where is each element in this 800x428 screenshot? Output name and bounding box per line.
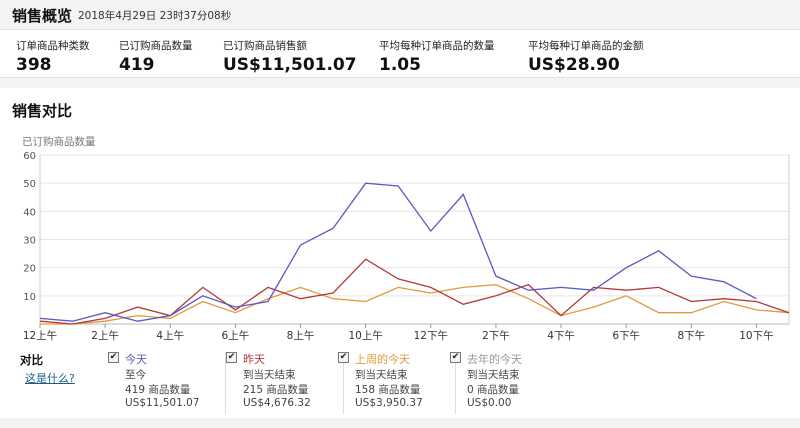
metric-value: 398 bbox=[16, 55, 52, 75]
y-tick-label: 60 bbox=[23, 151, 36, 162]
legend-checkbox-yesterday[interactable]: ✔ bbox=[226, 352, 237, 363]
x-tick-label: 6上午 bbox=[222, 329, 250, 342]
legend-yesterday: ✔ 昨天 到当天结束 215 商品数量 US$4,676.32 bbox=[226, 352, 344, 414]
sales-comparison-title: 销售对比 bbox=[12, 102, 73, 120]
x-tick-label: 10上午 bbox=[348, 329, 382, 342]
metric-avg-units-per-item: 平均每种订单商品的数量 1.05 bbox=[379, 38, 495, 75]
legend-name: 昨天 bbox=[243, 353, 265, 366]
legend-name: 去年的今天 bbox=[467, 353, 522, 366]
legend-today: ✔ 今天 至今 419 商品数量 US$11,501.07 bbox=[108, 352, 226, 414]
legend-period: 到当天结束 bbox=[355, 369, 408, 381]
series-line-1 bbox=[39, 258, 790, 325]
metric-value: US$11,501.07 bbox=[223, 55, 357, 75]
legend-units: 419 商品数量 bbox=[125, 384, 191, 396]
metrics-bar: 订单商品种类数 398 已订购商品数量 419 已订购商品销售额 US$11,5… bbox=[0, 30, 800, 78]
metric-value: 419 bbox=[119, 55, 155, 75]
metric-value: US$28.90 bbox=[528, 55, 620, 75]
legend-period: 至今 bbox=[125, 369, 146, 381]
legend-units: 0 商品数量 bbox=[467, 384, 520, 396]
x-tick-label: 8下午 bbox=[677, 329, 705, 342]
series-line-0 bbox=[39, 182, 757, 322]
metric-label: 已订购商品销售额 bbox=[223, 40, 307, 52]
x-tick-label: 6下午 bbox=[612, 329, 640, 342]
legend-name: 上周的今天 bbox=[355, 353, 410, 366]
x-tick-label: 10下午 bbox=[739, 329, 773, 342]
x-tick-label: 4下午 bbox=[547, 329, 575, 342]
y-tick-label: 20 bbox=[23, 264, 36, 275]
metric-label: 订单商品种类数 bbox=[16, 40, 90, 52]
legend-sales: US$4,676.32 bbox=[243, 397, 311, 409]
metric-label: 已订购商品数量 bbox=[119, 40, 193, 52]
metric-ordered-sales: 已订购商品销售额 US$11,501.07 bbox=[223, 38, 357, 75]
timestamp: 2018年4月29日 23时37分08秒 bbox=[78, 10, 232, 22]
legend-units: 158 商品数量 bbox=[355, 384, 421, 396]
section-divider bbox=[0, 78, 800, 88]
x-tick-label: 2下午 bbox=[482, 329, 510, 342]
help-link[interactable]: 这是什么? bbox=[25, 370, 75, 386]
legend-sales: US$11,501.07 bbox=[125, 397, 200, 409]
legend-checkbox-last-year[interactable]: ✔ bbox=[450, 352, 461, 363]
legend-period: 到当天结束 bbox=[467, 369, 520, 381]
metric-units-ordered: 已订购商品数量 419 bbox=[119, 38, 193, 75]
y-tick-label: 50 bbox=[23, 179, 36, 190]
sales-overview-header: 销售概览 2018年4月29日 23时37分08秒 bbox=[0, 0, 800, 30]
y-tick-label: 10 bbox=[23, 292, 36, 303]
legend-sales: US$3,950.37 bbox=[355, 397, 423, 409]
legend-name: 今天 bbox=[125, 353, 147, 366]
legend-units: 215 商品数量 bbox=[243, 384, 309, 396]
x-tick-label: 2上午 bbox=[91, 329, 119, 342]
footer-divider bbox=[0, 418, 800, 428]
x-tick-label: 4上午 bbox=[156, 329, 184, 342]
metric-label: 平均每种订单商品的数量 bbox=[379, 40, 495, 52]
legend-same-day-last-year: ✔ 去年的今天 到当天结束 0 商品数量 US$0.00 bbox=[450, 352, 568, 414]
metric-value: 1.05 bbox=[379, 55, 421, 75]
x-tick-label: 12上午 bbox=[23, 329, 57, 342]
y-tick-label: 30 bbox=[23, 236, 36, 247]
x-tick-label: 12下午 bbox=[414, 329, 448, 342]
compare-label: 对比 bbox=[20, 353, 43, 367]
legend-sales: US$0.00 bbox=[467, 397, 512, 409]
legend-checkbox-today[interactable]: ✔ bbox=[108, 352, 119, 363]
metric-avg-sales-per-item: 平均每种订单商品的金额 US$28.90 bbox=[528, 38, 644, 75]
y-tick-label: 40 bbox=[23, 207, 36, 218]
metric-order-item-types: 订单商品种类数 398 bbox=[16, 38, 90, 75]
legend-same-day-last-week: ✔ 上周的今天 到当天结束 158 商品数量 US$3,950.37 bbox=[338, 352, 456, 414]
sales-line-chart: 10 20 30 40 50 60 12上午 2上午 4上午 6上午 8上午 10上午 12下午 2下午 4… bbox=[23, 151, 790, 342]
metric-label: 平均每种订单商品的金额 bbox=[528, 40, 644, 52]
x-tick-label: 8上午 bbox=[287, 329, 315, 342]
legend-period: 到当天结束 bbox=[243, 369, 296, 381]
legend-checkbox-last-week[interactable]: ✔ bbox=[338, 352, 349, 363]
sales-overview-title: 销售概览 bbox=[12, 7, 73, 25]
